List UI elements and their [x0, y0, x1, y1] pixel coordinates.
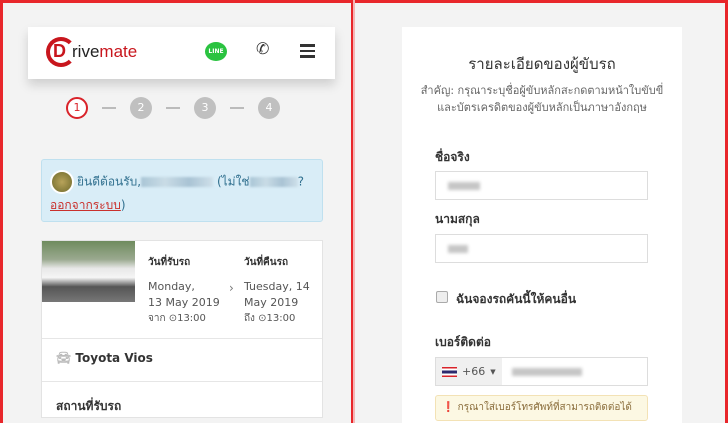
step-divider: [102, 107, 116, 109]
step-2: 2: [130, 97, 152, 119]
first-name-label: ชื่อจริง: [435, 150, 470, 164]
step-4: 4: [258, 97, 280, 119]
car-model: 🚘︎ Toyota Vios: [56, 351, 153, 365]
redacted-username: [249, 177, 298, 187]
caret-down-icon: ▼: [490, 367, 496, 376]
divider: [42, 338, 322, 339]
mobile-booking-view: D rivemate LINE ✆ 1 2 3 4 ยินดีต้อนรับ, …: [3, 3, 351, 423]
progress-steps: 1 2 3 4: [66, 97, 280, 119]
first-name-input[interactable]: [435, 171, 648, 200]
book-for-other-label[interactable]: ฉันจองรถคันนี้ให้คนอื่น: [456, 290, 576, 309]
booking-summary-card: วันที่รับรถ Monday, 13 May 2019 จาก ⊙13:…: [41, 240, 323, 418]
book-for-other-checkbox[interactable]: [436, 291, 448, 303]
step-divider: [230, 107, 244, 109]
thailand-flag-icon: [442, 366, 457, 377]
divider: [42, 381, 322, 382]
car-image: [42, 241, 135, 302]
step-1: 1: [66, 97, 88, 119]
site-header: D rivemate LINE ✆: [28, 27, 335, 79]
phone-warning: ❗ กรุณาใส่เบอร์โทรศัพท์ที่สามารถติดต่อได…: [435, 395, 648, 421]
form-title: รายละเอียดของผู้ขับรถ: [468, 55, 616, 73]
last-name-label: นามสกุล: [435, 212, 480, 226]
logo-mark: D: [46, 37, 76, 67]
driver-details-view: รายละเอียดของผู้ขับรถ สำคัญ: กรุณาระบุชื…: [355, 3, 725, 423]
step-3: 3: [194, 97, 216, 119]
phone-icon[interactable]: ✆: [256, 39, 269, 58]
chevron-right-icon: ›: [229, 281, 234, 295]
exclamation-icon: ❗: [442, 402, 455, 413]
line-icon[interactable]: LINE: [205, 42, 227, 61]
logout-link[interactable]: ออกจากระบบ: [50, 198, 121, 212]
car-icon: 🚘︎: [56, 351, 72, 365]
welcome-alert: ยินดีต้อนรับ, (ไม่ใช่? ออกจากระบบ): [41, 159, 323, 222]
phone-label: เบอร์ติดต่อ: [435, 335, 491, 349]
step-divider: [166, 107, 180, 109]
redacted-username: [141, 177, 214, 187]
drivemate-logo[interactable]: D rivemate: [46, 37, 137, 67]
form-note: สำคัญ: กรุณาระบุชื่อผู้ขับหลักสะกดตามหน้…: [420, 84, 664, 114]
country-code-select[interactable]: +66 ▼: [436, 358, 502, 385]
driver-details-form: รายละเอียดของผู้ขับรถ สำคัญ: กรุณาระบุชื…: [402, 27, 682, 423]
last-name-input[interactable]: [435, 234, 648, 263]
avatar: [50, 170, 74, 194]
phone-input[interactable]: +66 ▼: [435, 357, 648, 386]
pickup-place-label: สถานที่รับรถ: [56, 399, 122, 413]
return-date: วันที่คืนรถ Tuesday, 14 May 2019 ถึง ⊙13…: [244, 257, 310, 324]
hamburger-menu-icon[interactable]: [300, 44, 315, 61]
pickup-date: วันที่รับรถ Monday, 13 May 2019 จาก ⊙13:…: [148, 257, 220, 324]
